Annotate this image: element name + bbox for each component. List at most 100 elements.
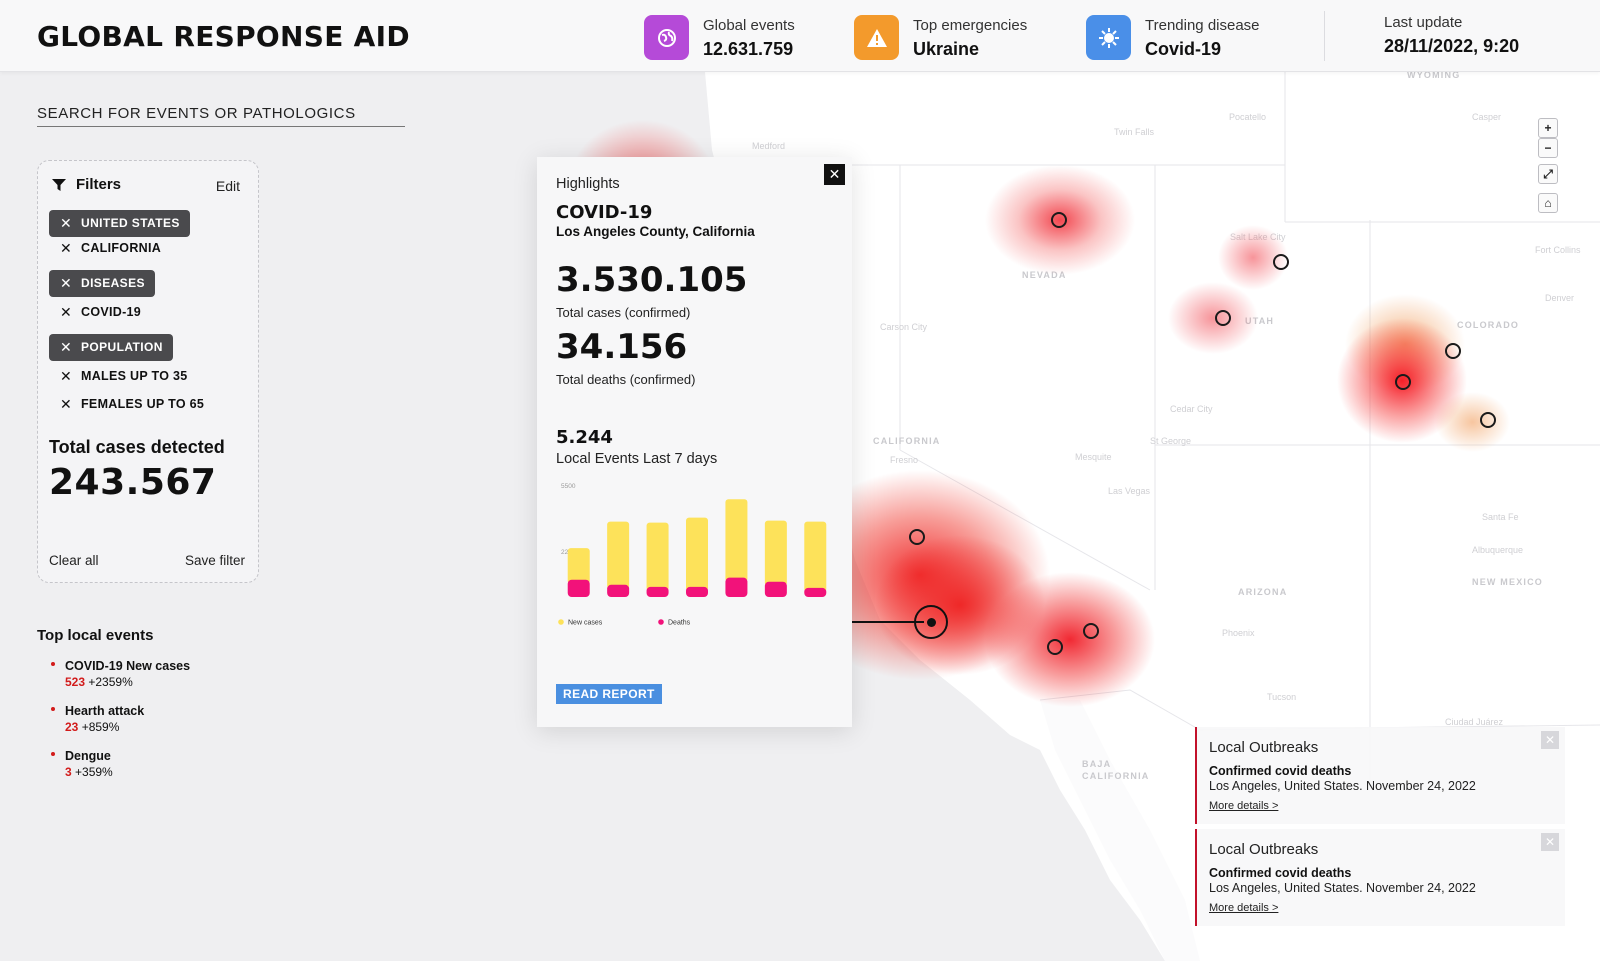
highlights-card: ✕ Highlights COVID-19 Los Angeles County… (537, 157, 852, 727)
city-label: Ciudad Juárez (1445, 717, 1504, 727)
stat-value: Ukraine (913, 39, 980, 59)
state-label-arizona: ARIZONA (1238, 587, 1288, 597)
event-name: Hearth attack (65, 704, 145, 718)
filters-edit-button[interactable]: Edit (216, 178, 240, 194)
city-label: Twin Falls (1114, 127, 1155, 137)
read-report-button[interactable]: READ REPORT (556, 684, 662, 704)
filter-item-covid-19[interactable]: COVID-19 (49, 303, 141, 321)
total-cases-label: Total cases detected (49, 437, 225, 457)
close-icon[interactable]: ✕ (1541, 731, 1559, 749)
bar-new-cases (725, 499, 748, 582)
map-marker[interactable] (1445, 343, 1461, 359)
filters-panel: Filters Edit UNITED STATES CALIFORNIA DI… (37, 160, 259, 583)
more-details-link[interactable]: More details > (1209, 800, 1278, 812)
close-icon[interactable]: ✕ (1541, 833, 1559, 851)
map-marker[interactable] (1480, 412, 1496, 428)
city-label: Mesquite (1075, 452, 1112, 462)
bar-deaths (686, 586, 708, 597)
outbreak-notification: ✕ Local Outbreaks Confirmed covid deaths… (1195, 727, 1565, 824)
bar-new-cases (646, 522, 669, 591)
event-count: 523 (65, 675, 86, 689)
filter-item-males[interactable]: MALES UP TO 35 (49, 367, 188, 385)
city-label: St George (1150, 436, 1192, 446)
filter-chip-population[interactable]: POPULATION (49, 334, 173, 361)
search-input[interactable] (37, 100, 405, 127)
city-label: Cedar City (1170, 404, 1213, 414)
app-title: GLOBAL RESPONSE AID (37, 20, 410, 53)
y-tick-label: 5500 (561, 483, 576, 490)
bar-new-cases (567, 548, 590, 584)
map-marker[interactable] (1051, 212, 1067, 228)
map-marker[interactable] (1215, 310, 1231, 326)
state-label-baja-california: BAJA CALIFORNIA (1082, 759, 1150, 781)
city-label: Albuquerque (1472, 545, 1524, 555)
funnel-icon (52, 178, 66, 191)
map-marker[interactable] (909, 529, 925, 545)
more-details-link[interactable]: More details > (1209, 902, 1278, 914)
zoom-out-button[interactable]: − (1538, 138, 1558, 158)
filter-chip-united-states[interactable]: UNITED STATES (49, 210, 190, 237)
map-marker[interactable] (1273, 254, 1289, 270)
legend-label: New cases (568, 620, 603, 627)
list-item[interactable]: COVID-19 New cases 523 +2359% (37, 659, 297, 689)
map-marker[interactable] (1047, 639, 1063, 655)
outbreak-notification: ✕ Local Outbreaks Confirmed covid deaths… (1195, 829, 1565, 926)
fullscreen-button[interactable]: ⤢ (1538, 164, 1558, 184)
last-update: Last update 28/11/2022, 9:20 (1384, 14, 1519, 57)
legend-swatch (658, 619, 664, 625)
total-deaths-caption: Total deaths (confirmed) (556, 372, 696, 387)
save-filter-button[interactable]: Save filter (185, 553, 245, 568)
event-change: +859% (81, 720, 120, 734)
city-label: Santa Fe (1482, 512, 1519, 522)
bar-deaths (607, 584, 630, 597)
header-divider (1324, 11, 1325, 61)
close-icon[interactable]: ✕ (824, 164, 845, 185)
top-header: GLOBAL RESPONSE AID Global events 12.631… (0, 0, 1600, 72)
last-update-label: Last update (1384, 14, 1463, 31)
map-marker-selected[interactable] (914, 605, 948, 639)
filter-item-females[interactable]: FEMALES UP TO 65 (49, 395, 204, 413)
city-label: Pocatello (1229, 112, 1267, 122)
filter-item-california[interactable]: CALIFORNIA (49, 239, 161, 257)
filter-chip-diseases[interactable]: DISEASES (49, 270, 155, 297)
list-item[interactable]: Dengue 3 +359% (37, 749, 297, 779)
state-label-colorado: COLORADO (1457, 320, 1520, 330)
stat-label: Global events (703, 17, 795, 34)
outbreak-description: Los Angeles, United States. November 24,… (1209, 881, 1476, 895)
total-cases-number: 3.530.105 (556, 260, 748, 300)
city-label: Phoenix (1222, 628, 1255, 638)
event-name: Dengue (65, 749, 111, 763)
warning-icon (854, 15, 899, 60)
city-label: Tucson (1267, 692, 1297, 702)
bar-deaths (646, 586, 669, 597)
state-label-utah: UTAH (1245, 316, 1275, 326)
local-events-caption: Local Events Last 7 days (556, 451, 718, 467)
bar-new-cases (686, 517, 708, 591)
stat-value: Covid-19 (1145, 39, 1222, 59)
top-local-events: Top local events COVID-19 New cases 523 … (37, 627, 297, 794)
total-deaths-number: 34.156 (556, 327, 688, 367)
globe-icon (644, 15, 689, 60)
outbreak-heading: Confirmed covid deaths (1209, 764, 1352, 778)
zoom-in-button[interactable]: + (1538, 118, 1558, 138)
outbreak-description: Los Angeles, United States. November 24,… (1209, 779, 1476, 793)
event-change: +359% (75, 765, 113, 779)
state-label-california: CALIFORNIA (873, 436, 941, 446)
map-marker[interactable] (1395, 374, 1411, 390)
filters-header: Filters (52, 176, 121, 193)
city-label: Fort Collins (1535, 245, 1581, 255)
total-cases-caption: Total cases (confirmed) (556, 305, 691, 320)
local-events-number: 5.244 (556, 427, 613, 448)
outbreak-heading: Confirmed covid deaths (1209, 866, 1352, 880)
event-count: 23 (65, 720, 79, 734)
clear-all-button[interactable]: Clear all (49, 553, 99, 568)
map-marker[interactable] (1083, 623, 1099, 639)
bar-deaths (725, 577, 748, 597)
home-button[interactable]: ⌂ (1538, 193, 1558, 213)
bar-new-cases (607, 521, 630, 589)
state-label-nevada: NEVADA (1022, 270, 1067, 280)
list-item[interactable]: Hearth attack 23 +859% (37, 704, 297, 734)
top-events-title: Top local events (37, 627, 154, 644)
bar-deaths (804, 587, 827, 597)
legend-label: Deaths (668, 620, 691, 627)
